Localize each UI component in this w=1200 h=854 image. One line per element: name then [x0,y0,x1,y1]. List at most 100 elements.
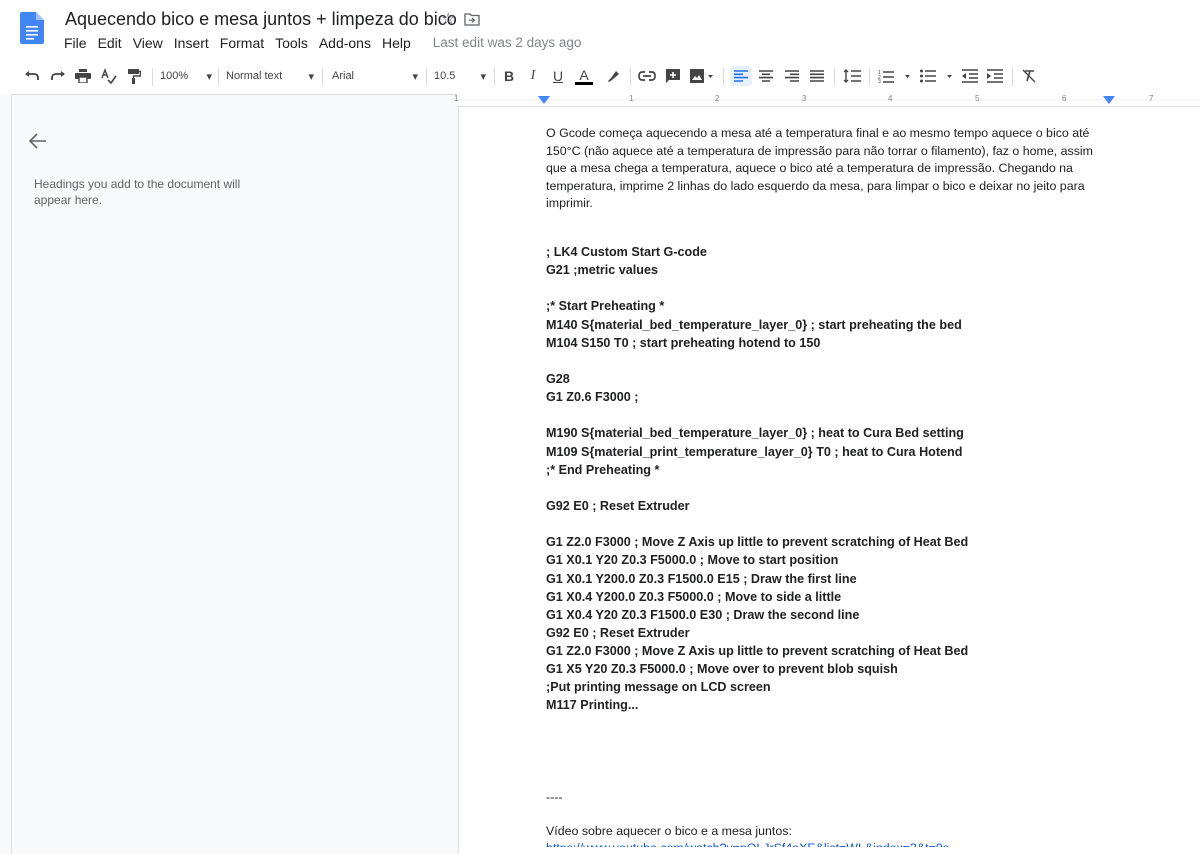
gcode-line[interactable]: G1 Z2.0 F3000 ; Move Z Axis up little to… [546,642,1111,660]
toolbar-divider [322,68,323,86]
zoom-select[interactable]: 100% ▾ [160,66,212,86]
close-outline-arrow-icon[interactable] [28,133,47,154]
toolbar-divider [152,68,153,86]
style-select[interactable]: Normal text ▾ [226,66,314,86]
menu-tools[interactable]: Tools [275,35,308,51]
spellcheck-icon[interactable] [99,66,119,86]
separator-text[interactable]: ---- [546,790,563,804]
zoom-value: 100% [160,70,189,82]
chevron-down-icon: ▾ [412,70,418,83]
print-icon[interactable] [73,66,93,86]
toolbar-divider [869,68,870,86]
gcode-line[interactable]: ; LK4 Custom Start G-code [546,243,1111,261]
gcode-line[interactable]: M104 S150 T0 ; start preheating hotend t… [546,334,1111,352]
align-right-icon[interactable] [782,66,802,86]
toolbar: 100% ▾ Normal text ▾ Arial ▾ 10.5 ▾ B I U A [0,58,1200,95]
video-label[interactable]: Vídeo sobre aquecer o bico e a mesa junt… [546,824,792,838]
align-center-icon[interactable] [756,66,776,86]
gcode-line[interactable]: G1 X0.1 Y200.0 Z0.3 F1500.0 E15 ; Draw t… [546,570,1111,588]
gcode-line[interactable]: ;Put printing message on LCD screen [546,678,1111,696]
italic-icon[interactable]: I [524,66,542,86]
redo-icon[interactable] [48,66,68,86]
star-icon[interactable]: ☆ [441,9,455,29]
gcode-line[interactable]: M140 S{material_bed_temperature_layer_0}… [546,316,1111,334]
ruler-number: 6 [1062,94,1067,103]
document-body[interactable]: O Gcode começa aquecendo a mesa até a te… [546,125,1111,715]
gcode-line[interactable] [546,479,1111,497]
font-value: Arial [332,70,355,82]
clear-formatting-icon[interactable] [1019,66,1039,86]
menu-insert[interactable]: Insert [174,35,209,51]
bulleted-list-icon[interactable] [918,66,954,86]
font-size-value: 10.5 [434,70,456,82]
gcode-line[interactable]: M190 S{material_bed_temperature_layer_0}… [546,424,1111,442]
gcode-line[interactable] [546,279,1111,297]
menu-addons[interactable]: Add-ons [319,35,371,51]
gcode-line[interactable]: G1 X5 Y20 Z0.3 F5000.0 ; Move over to pr… [546,660,1111,678]
right-indent-marker-icon[interactable] [1102,95,1116,105]
menu-edit[interactable]: Edit [98,35,122,51]
toolbar-divider [723,68,724,86]
ruler-number: 3 [802,94,807,103]
chevron-down-icon: ▾ [308,70,314,83]
style-value: Normal text [226,70,283,82]
decrease-indent-icon[interactable] [960,66,980,86]
ruler-number: 2 [715,94,720,103]
gcode-line[interactable]: M117 Printing... [546,696,1111,714]
ruler-number: 1 [629,94,634,103]
text-color-icon[interactable]: A [574,66,594,86]
align-left-icon[interactable] [730,66,752,86]
chevron-down-icon: ▾ [206,70,212,83]
gcode-line[interactable]: G1 X0.1 Y20 Z0.3 F5000.0 ; Move to start… [546,551,1111,569]
title-bar: Aquecendo bico e mesa juntos + limpeza d… [0,0,1200,58]
highlight-icon[interactable] [603,66,623,86]
gcode-line[interactable]: G1 Z0.6 F3000 ; [546,388,1111,406]
menu-view[interactable]: View [133,35,163,51]
underline-icon[interactable]: U [549,66,567,86]
menu-file[interactable]: File [64,35,87,51]
gcode-line[interactable]: G92 E0 ; Reset Extruder [546,624,1111,642]
bold-icon[interactable]: B [500,66,518,86]
font-select[interactable]: Arial ▾ [332,66,418,86]
gcode-line[interactable] [546,352,1111,370]
toolbar-divider [494,68,495,86]
link-icon[interactable] [637,66,657,86]
paint-format-icon[interactable] [124,66,144,86]
increase-indent-icon[interactable] [985,66,1005,86]
gcode-line[interactable]: G1 X0.4 Y200.0 Z0.3 F5000.0 ; Move to si… [546,588,1111,606]
gcode-line[interactable] [546,406,1111,424]
docs-logo-icon[interactable] [20,12,44,44]
undo-icon[interactable] [22,66,42,86]
numbered-list-icon[interactable]: 123 [876,66,912,86]
video-link[interactable]: https://www.youtube.com/watch?v=pQLJrSf4… [546,841,986,847]
gcode-line[interactable]: M109 S{material_print_temperature_layer_… [546,443,1111,461]
left-indent-marker-icon[interactable] [537,95,551,105]
line-spacing-icon[interactable] [842,66,862,86]
outline-empty-message: Headings you add to the document will ap… [34,177,241,207]
ruler-number: 4 [888,94,893,103]
justify-icon[interactable] [807,66,827,86]
menu-help[interactable]: Help [382,35,411,51]
comment-icon[interactable] [663,66,683,86]
gcode-line[interactable]: G1 X0.4 Y20 Z0.3 F1500.0 E30 ; Draw the … [546,606,1111,624]
toolbar-divider [218,68,219,86]
menu-format[interactable]: Format [220,35,264,51]
document-page[interactable]: O Gcode começa aquecendo a mesa até a te… [458,107,1200,854]
move-to-folder-icon[interactable] [464,12,480,31]
menu-bar: File Edit View Insert Format Tools Add-o… [64,35,592,51]
font-size-select[interactable]: 10.5 ▾ [434,66,486,86]
image-icon[interactable] [688,66,716,86]
gcode-line[interactable]: ;* Start Preheating * [546,297,1111,315]
toolbar-divider [426,68,427,86]
document-title[interactable]: Aquecendo bico e mesa juntos + limpeza d… [65,9,457,30]
intro-paragraph[interactable]: O Gcode começa aquecendo a mesa até a te… [546,125,1111,213]
gcode-line[interactable]: G28 [546,370,1111,388]
gcode-line[interactable]: G1 Z2.0 F3000 ; Move Z Axis up little to… [546,533,1111,551]
gcode-line[interactable]: G92 E0 ; Reset Extruder [546,497,1111,515]
gcode-line[interactable]: G21 ;metric values [546,261,1111,279]
gcode-block[interactable]: ; LK4 Custom Start G-code G21 ;metric val… [546,243,1111,715]
last-edit-link[interactable]: Last edit was 2 days ago [433,35,582,51]
gcode-line[interactable]: ;* End Preheating * [546,461,1111,479]
ruler-number: 5 [975,94,980,103]
gcode-line[interactable] [546,515,1111,533]
